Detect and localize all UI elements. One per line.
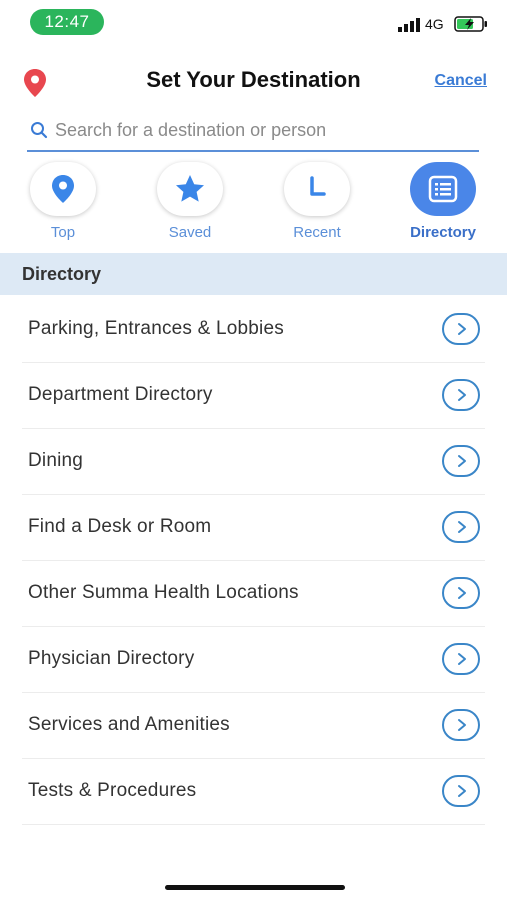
section-title: Directory: [22, 264, 102, 284]
tab-saved-label: Saved: [168, 224, 212, 241]
list-item[interactable]: Other Summa Health Locations: [0, 561, 507, 627]
status-time: 12:47: [30, 9, 104, 35]
list-item[interactable]: Tests & Procedures: [0, 759, 507, 825]
chevron-right-button[interactable]: [442, 313, 480, 345]
tab-recent-label: Recent: [293, 224, 341, 241]
chevron-right-icon: [458, 587, 466, 599]
chevron-right-button[interactable]: [442, 643, 480, 675]
list-icon: [428, 175, 458, 203]
list-item-label: Parking, Entrances & Lobbies: [28, 318, 284, 339]
status-bar: 12:47 4G: [0, 0, 507, 46]
app-screen: 12:47 4G Set Your Destination Cancel Sea…: [0, 0, 507, 900]
chevron-right-button[interactable]: [442, 511, 480, 543]
tab-directory[interactable]: Directory: [398, 162, 488, 248]
chevron-right-button[interactable]: [442, 709, 480, 741]
chevron-right-icon: [458, 719, 466, 731]
section-header: Directory: [0, 253, 507, 295]
search-bar: [27, 110, 479, 152]
list-item-label: Physician Directory: [28, 648, 195, 669]
chevron-right-icon: [458, 521, 466, 533]
chevron-right-icon: [458, 389, 466, 401]
list-item[interactable]: Department Directory: [0, 363, 507, 429]
tab-recent[interactable]: Recent: [272, 162, 362, 248]
page-title: Set Your Destination: [146, 67, 361, 92]
tab-directory-label: Directory: [410, 224, 476, 241]
chevron-right-button[interactable]: [442, 379, 480, 411]
chevron-right-icon: [458, 323, 466, 335]
star-icon: [176, 175, 204, 202]
list-item[interactable]: Parking, Entrances & Lobbies: [0, 297, 507, 363]
cancel-button[interactable]: Cancel: [435, 72, 487, 90]
tab-recent-button[interactable]: [284, 162, 350, 216]
search-icon: [31, 122, 48, 139]
header: Set Your Destination Cancel: [0, 58, 507, 104]
chevron-right-icon: [458, 785, 466, 797]
list-item-label: Services and Amenities: [28, 714, 230, 735]
list-item-label: Department Directory: [28, 384, 213, 405]
chevron-right-button[interactable]: [442, 775, 480, 807]
tab-directory-button[interactable]: [410, 162, 476, 216]
tab-top-button[interactable]: [30, 162, 96, 216]
chevron-right-icon: [458, 455, 466, 467]
list-item-label: Tests & Procedures: [28, 780, 197, 801]
list-item[interactable]: Services and Amenities: [0, 693, 507, 759]
list-item[interactable]: Dining: [0, 429, 507, 495]
chevron-right-icon: [458, 653, 466, 665]
home-indicator[interactable]: [165, 885, 345, 890]
list-item[interactable]: Find a Desk or Room: [0, 495, 507, 561]
search-input[interactable]: [53, 114, 477, 146]
tab-bar: Top Saved Recent Directory: [0, 162, 507, 248]
directory-list: Parking, Entrances & Lobbies Department …: [0, 297, 507, 825]
chevron-right-button[interactable]: [442, 445, 480, 477]
chevron-right-button[interactable]: [442, 577, 480, 609]
map-pin-icon: [52, 175, 74, 203]
network-type-label: 4G: [425, 16, 444, 32]
list-item-label: Find a Desk or Room: [28, 516, 212, 537]
tab-top[interactable]: Top: [18, 162, 108, 248]
list-item-label: Other Summa Health Locations: [28, 582, 299, 603]
clock-icon: [310, 176, 326, 196]
list-item-label: Dining: [28, 450, 84, 471]
list-item[interactable]: Physician Directory: [0, 627, 507, 693]
tab-saved-button[interactable]: [157, 162, 223, 216]
tab-saved[interactable]: Saved: [145, 162, 235, 248]
cellular-signal-icon: [398, 18, 420, 32]
battery-charging-icon: [454, 16, 487, 32]
tab-top-label: Top: [50, 224, 76, 241]
